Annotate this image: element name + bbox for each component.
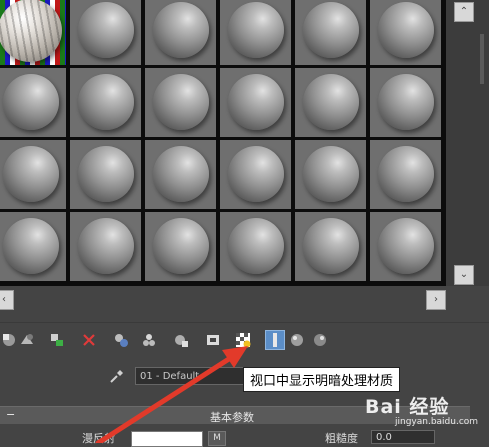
material-preview-sphere: [228, 218, 284, 274]
material-preview-sphere: [78, 146, 134, 202]
material-preview-sphere: [228, 74, 284, 130]
go-to-parent-button[interactable]: [288, 331, 306, 349]
chevron-down-icon: ⌄: [459, 269, 469, 280]
chevron-left-icon: ‹: [2, 294, 6, 305]
material-preview-sphere: [228, 146, 284, 202]
rollout-title: 基本参数: [210, 411, 254, 424]
material-preview-sphere: [378, 74, 434, 130]
material-editor-toolbar: [0, 322, 489, 359]
scroll-down-button[interactable]: ⌄: [454, 265, 474, 285]
material-slot[interactable]: [0, 212, 66, 281]
assign-to-selection-button[interactable]: [48, 331, 66, 349]
get-material-icon: [3, 334, 15, 346]
material-slot[interactable]: [0, 0, 66, 65]
material-slot[interactable]: [145, 0, 216, 65]
material-sample-grid: [0, 0, 446, 286]
watermark-url: jingyan.baidu.com: [395, 417, 479, 427]
put-to-scene-icon: [21, 334, 33, 344]
pick-material-from-object-button[interactable]: [108, 367, 126, 385]
show-map-icon: [207, 335, 219, 345]
reset-map-button[interactable]: [80, 331, 98, 349]
material-slot[interactable]: [370, 212, 441, 281]
material-slot[interactable]: [370, 0, 441, 65]
assign-to-selection-icon: [51, 334, 63, 346]
material-preview-sphere: [78, 218, 134, 274]
collapse-icon: −: [6, 408, 16, 421]
material-preview-sphere: [3, 146, 59, 202]
material-slot[interactable]: [0, 140, 66, 209]
material-slot[interactable]: [145, 140, 216, 209]
material-id-channel-icon: [175, 335, 188, 347]
material-slot[interactable]: [370, 68, 441, 137]
make-unique-button[interactable]: [112, 331, 130, 349]
diffuse-label: 漫反射: [82, 432, 115, 445]
material-preview-sphere: [303, 146, 359, 202]
material-slot[interactable]: [70, 140, 141, 209]
diffuse-color-swatch[interactable]: [131, 431, 203, 447]
make-unique-icon: [115, 334, 128, 347]
material-slot[interactable]: [70, 212, 141, 281]
roughness-spinner[interactable]: 0.0: [371, 430, 435, 444]
show-end-result-icon: [273, 333, 277, 347]
go-to-parent-icon: [291, 334, 303, 346]
material-preview-sphere: [303, 218, 359, 274]
material-preview-sphere: [153, 74, 209, 130]
go-forward-icon: [314, 334, 326, 346]
material-slot[interactable]: [0, 68, 66, 137]
put-to-library-button[interactable]: [140, 331, 158, 349]
material-id-channel-button[interactable]: [172, 331, 190, 349]
material-slot[interactable]: [370, 140, 441, 209]
put-to-library-icon: [143, 334, 155, 346]
roughness-label: 粗糙度: [325, 432, 358, 445]
reset-map-icon: [83, 334, 95, 346]
material-slot[interactable]: [295, 0, 366, 65]
eyedropper-icon: [110, 370, 123, 383]
show-end-result-button[interactable]: [265, 330, 285, 350]
material-preview-sphere: [303, 2, 359, 58]
show-shaded-material-button[interactable]: [234, 331, 252, 349]
go-forward-button[interactable]: [311, 331, 329, 349]
scroll-right-button[interactable]: ›: [426, 290, 446, 310]
get-material-button[interactable]: [0, 331, 18, 349]
scroll-up-button[interactable]: ⌃: [454, 2, 474, 22]
scroll-left-button[interactable]: ‹: [0, 290, 14, 310]
baidu-jingyan-watermark: Bai 经验: [365, 396, 450, 418]
chevron-up-icon: ⌃: [459, 6, 469, 17]
material-preview-sphere: [78, 2, 134, 58]
show-shaded-material-icon: [236, 333, 251, 348]
material-slot[interactable]: [220, 140, 291, 209]
show-map-button[interactable]: [204, 331, 222, 349]
material-slot[interactable]: [220, 68, 291, 137]
scrollbar-thumb[interactable]: [480, 34, 484, 84]
material-preview-sphere: [153, 146, 209, 202]
sample-vertical-scrollbar[interactable]: ⌃ ⌄: [446, 0, 489, 286]
material-slot[interactable]: [145, 68, 216, 137]
material-preview-sphere: [0, 0, 62, 62]
material-preview-sphere: [378, 146, 434, 202]
material-preview-sphere: [378, 2, 434, 58]
material-slot[interactable]: [220, 212, 291, 281]
material-preview-sphere: [228, 2, 284, 58]
material-preview-sphere: [153, 2, 209, 58]
material-slot[interactable]: [220, 0, 291, 65]
diffuse-map-button[interactable]: M: [208, 431, 226, 446]
material-slot[interactable]: [145, 212, 216, 281]
material-preview-sphere: [378, 218, 434, 274]
material-slot[interactable]: [295, 140, 366, 209]
material-preview-sphere: [78, 74, 134, 130]
material-preview-sphere: [153, 218, 209, 274]
sample-horizontal-scrollbar[interactable]: ‹ ›: [0, 286, 446, 312]
material-slot[interactable]: [70, 68, 141, 137]
material-preview-sphere: [3, 218, 59, 274]
material-preview-sphere: [303, 74, 359, 130]
tooltip: 视口中显示明暗处理材质: [243, 367, 401, 392]
chevron-right-icon: ›: [434, 294, 438, 305]
material-slot[interactable]: [70, 0, 141, 65]
put-to-scene-button[interactable]: [18, 331, 36, 349]
material-slot[interactable]: [295, 212, 366, 281]
material-slot[interactable]: [295, 68, 366, 137]
material-preview-sphere: [3, 74, 59, 130]
